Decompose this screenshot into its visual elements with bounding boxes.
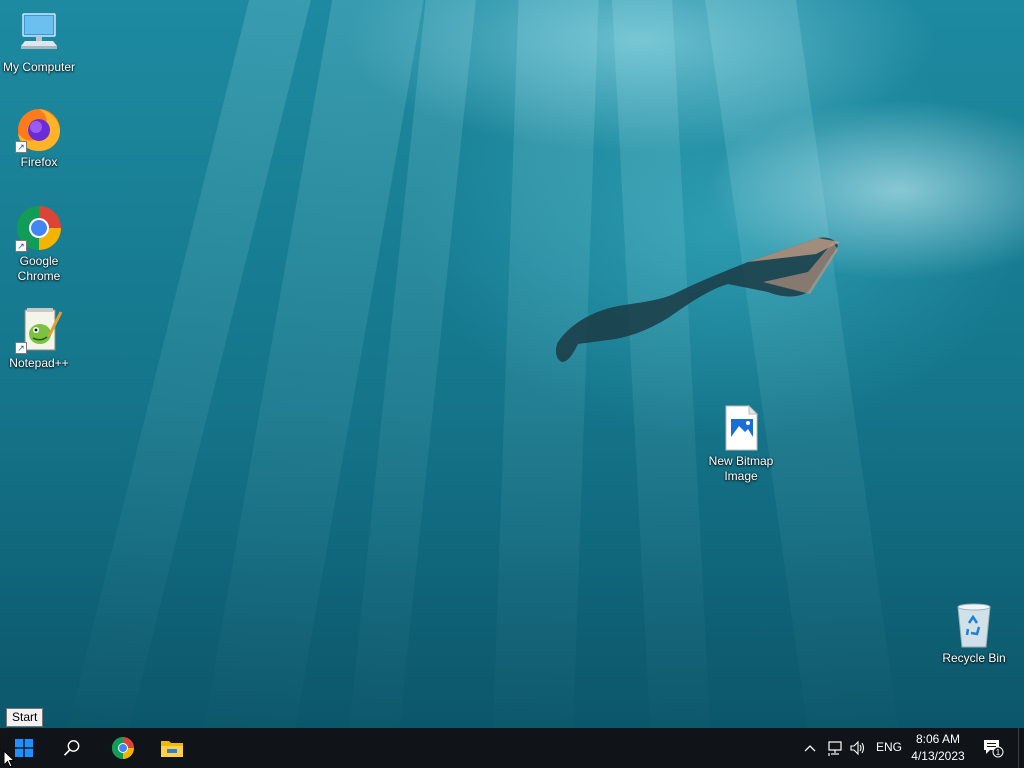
mouse-cursor-icon xyxy=(3,750,15,768)
desktop-icon-label: New Bitmap Image xyxy=(708,454,774,483)
desktop-icon-label: Recycle Bin xyxy=(942,651,1006,665)
bitmap-image-file-icon xyxy=(717,404,765,452)
show-desktop-button[interactable] xyxy=(1019,728,1024,768)
desktop-icon-label: Google Chrome xyxy=(17,254,61,283)
computer-icon xyxy=(15,10,63,58)
clock[interactable]: 8:06 AM 4/13/2023 xyxy=(906,731,970,765)
chrome-taskbar-button[interactable] xyxy=(99,728,147,768)
action-center-button[interactable]: 1 xyxy=(978,728,1008,768)
shortcut-arrow-icon: ↗ xyxy=(15,342,27,354)
recycle-bin-desktop-icon[interactable]: Recycle Bin xyxy=(936,601,1012,666)
notepadpp-icon: ↗ xyxy=(15,306,63,354)
network-icon xyxy=(828,741,842,756)
my-computer-desktop-icon[interactable]: My Computer xyxy=(1,10,77,75)
search-icon xyxy=(63,740,80,756)
notification-count-badge: 1 xyxy=(996,748,1001,757)
recycle-bin-icon xyxy=(950,601,998,649)
network-tray-button[interactable] xyxy=(824,728,846,768)
start-tooltip: Start xyxy=(6,708,44,727)
speaker-icon xyxy=(850,740,865,756)
volume-tray-button[interactable] xyxy=(847,728,869,768)
file-explorer-taskbar-button[interactable] xyxy=(148,728,196,768)
google-chrome-desktop-icon[interactable]: ↗ Google Chrome xyxy=(1,204,77,284)
notification-icon: 1 xyxy=(984,740,1004,758)
search-button[interactable] xyxy=(48,728,96,768)
new-bitmap-image-desktop-icon[interactable]: New Bitmap Image xyxy=(703,404,779,484)
shortcut-arrow-icon: ↗ xyxy=(15,141,27,153)
chrome-icon xyxy=(112,737,134,759)
desktop-icon-label: My Computer xyxy=(2,60,76,74)
chevron-up-icon xyxy=(804,745,816,752)
firefox-desktop-icon[interactable]: ↗ Firefox xyxy=(1,105,77,170)
desktop-icon-label: Notepad++ xyxy=(9,356,69,370)
clock-date: 4/13/2023 xyxy=(911,749,965,763)
language-indicator[interactable]: ENG xyxy=(876,740,902,754)
chrome-icon: ↗ xyxy=(15,204,63,252)
shortcut-arrow-icon: ↗ xyxy=(15,240,27,252)
show-hidden-icons-button[interactable] xyxy=(800,728,820,768)
desktop-icon-label: Firefox xyxy=(20,155,58,169)
notepadpp-desktop-icon[interactable]: ↗ Notepad++ xyxy=(1,306,77,371)
folder-icon xyxy=(161,741,183,757)
windows-logo-icon xyxy=(15,739,33,757)
taskbar: ENG 8:06 AM 4/13/2023 1 xyxy=(0,728,1024,768)
clock-time: 8:06 AM xyxy=(915,732,961,746)
diver-silhouette xyxy=(555,237,840,362)
firefox-icon: ↗ xyxy=(15,105,63,153)
desktop-background[interactable]: My Computer ↗ Firefox ↗ Google Chrome ↗ … xyxy=(0,0,1024,728)
